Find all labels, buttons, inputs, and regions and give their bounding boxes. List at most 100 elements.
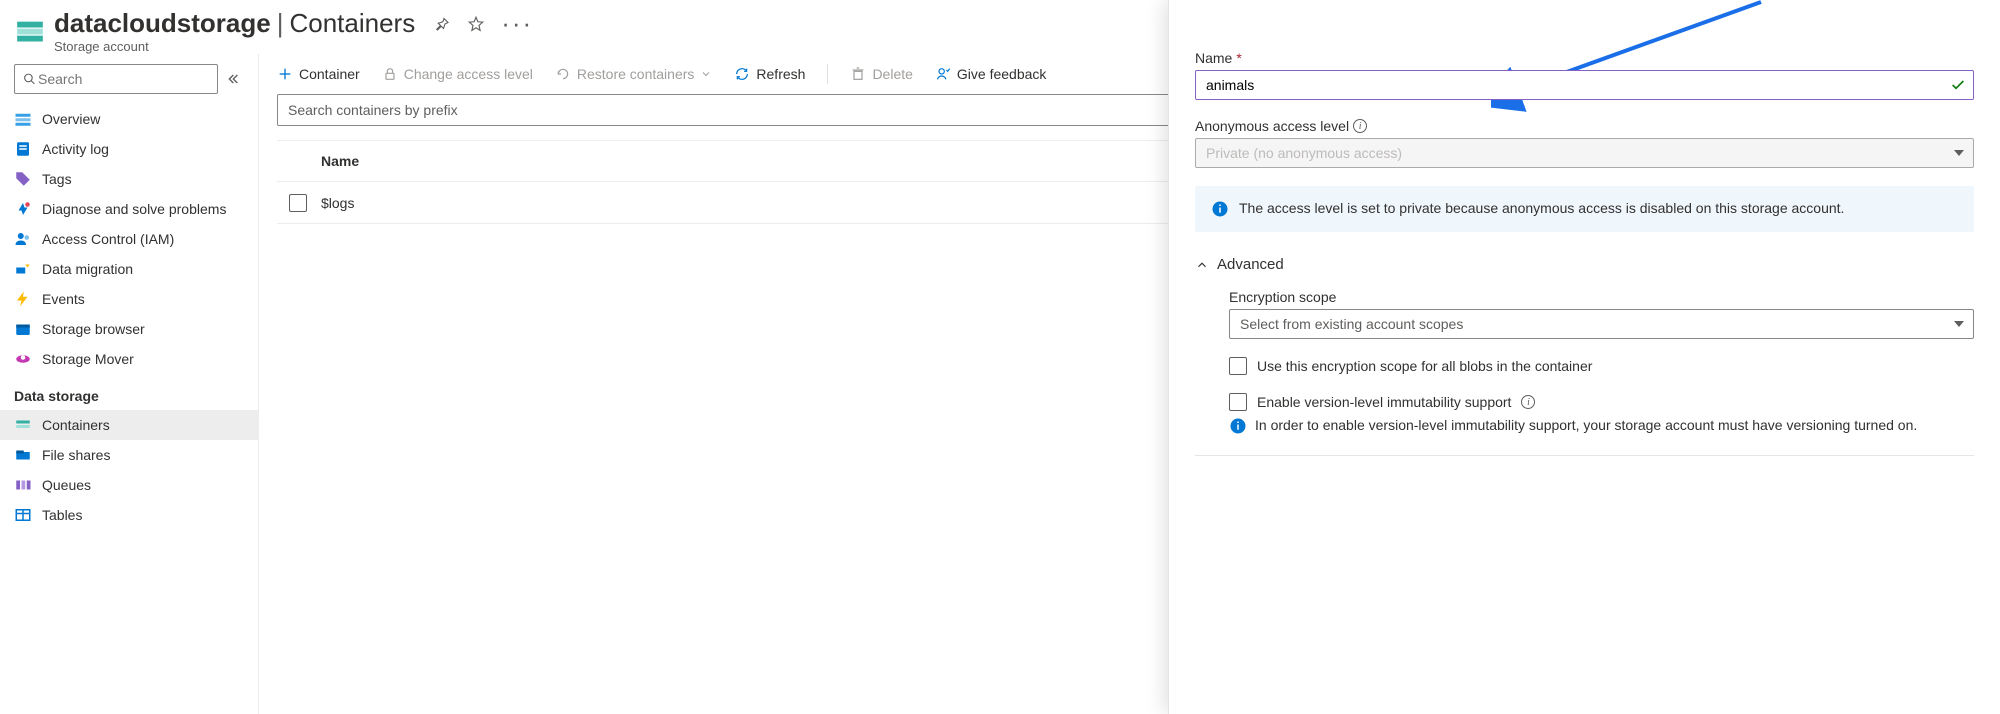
sidebar: Overview Activity log Tags Diagnose and …: [0, 54, 258, 714]
change-access-button[interactable]: Change access level: [382, 66, 533, 82]
advanced-toggle[interactable]: Advanced: [1195, 256, 1974, 273]
access-info-text: The access level is set to private becau…: [1239, 200, 1844, 218]
panel-divider: [1195, 455, 1974, 456]
container-name-input[interactable]: [1195, 70, 1974, 100]
access-level-select[interactable]: Private (no anonymous access): [1195, 138, 1974, 168]
immutability-row[interactable]: Enable version-level immutability suppor…: [1229, 393, 1974, 411]
queues-icon: [14, 476, 32, 494]
nav-label: Events: [42, 291, 85, 307]
feedback-button[interactable]: Give feedback: [935, 66, 1047, 82]
info-icon: [1229, 417, 1247, 435]
immutability-note: In order to enable version-level immutab…: [1229, 417, 1974, 435]
collapse-sidebar-icon[interactable]: [228, 71, 244, 87]
sidebar-item-containers[interactable]: Containers: [0, 410, 258, 440]
restore-containers-button[interactable]: Restore containers: [555, 66, 713, 82]
btn-label: Change access level: [404, 66, 533, 82]
btn-label: Restore containers: [577, 66, 695, 82]
nav-label: File shares: [42, 447, 110, 463]
restore-icon: [555, 66, 571, 82]
nav-label: Tags: [42, 171, 72, 187]
star-icon[interactable]: [467, 15, 485, 33]
sidebar-item-storage-mover[interactable]: Storage Mover: [0, 344, 258, 374]
section-title: Containers: [289, 8, 415, 39]
checkbox[interactable]: [1229, 357, 1247, 375]
subtitle: Storage account: [54, 39, 533, 54]
btn-label: Give feedback: [957, 66, 1047, 82]
encryption-scope-select[interactable]: Select from existing account scopes: [1229, 309, 1974, 339]
chevron-down-icon: [700, 68, 712, 80]
nav-label: Diagnose and solve problems: [42, 201, 226, 217]
info-icon[interactable]: i: [1353, 119, 1367, 133]
sidebar-search[interactable]: [14, 64, 218, 94]
log-icon: [14, 140, 32, 158]
sidebar-item-events[interactable]: Events: [0, 284, 258, 314]
sidebar-item-diagnose[interactable]: Diagnose and solve problems: [0, 194, 258, 224]
overview-icon: [14, 110, 32, 128]
advanced-label: Advanced: [1217, 256, 1284, 273]
nav-label: Overview: [42, 111, 100, 127]
sidebar-item-storage-browser[interactable]: Storage browser: [0, 314, 258, 344]
mover-icon: [14, 350, 32, 368]
btn-label: Container: [299, 66, 360, 82]
events-icon: [14, 290, 32, 308]
search-icon: [23, 72, 36, 86]
checkbox-label: Use this encryption scope for all blobs …: [1257, 358, 1592, 374]
encryption-scope-all-blobs-row[interactable]: Use this encryption scope for all blobs …: [1229, 357, 1974, 375]
migration-icon: [14, 260, 32, 278]
access-level-label: Anonymous access level i: [1195, 118, 1974, 134]
nav-label: Containers: [42, 417, 110, 433]
pin-icon[interactable]: [433, 15, 451, 33]
checkbox[interactable]: [1229, 393, 1247, 411]
nav-label: Access Control (IAM): [42, 231, 174, 247]
new-container-panel: Name * Anonymous access level i Private …: [1168, 0, 2000, 714]
lock-icon: [382, 66, 398, 82]
sidebar-group-data-storage: Data storage: [0, 374, 258, 410]
sidebar-item-iam[interactable]: Access Control (IAM): [0, 224, 258, 254]
name-label: Name *: [1195, 50, 1974, 66]
tags-icon: [14, 170, 32, 188]
nav-label: Data migration: [42, 261, 133, 277]
sidebar-search-input[interactable]: [36, 70, 209, 88]
nav-label: Queues: [42, 477, 91, 493]
add-container-button[interactable]: Container: [277, 66, 360, 82]
row-checkbox[interactable]: [289, 194, 307, 212]
sidebar-item-tables[interactable]: Tables: [0, 500, 258, 530]
checkbox-label: Enable version-level immutability suppor…: [1257, 394, 1511, 410]
refresh-button[interactable]: Refresh: [734, 66, 805, 82]
sidebar-item-data-migration[interactable]: Data migration: [0, 254, 258, 284]
access-info-box: The access level is set to private becau…: [1195, 186, 1974, 232]
nav-label: Storage browser: [42, 321, 145, 337]
storage-account-icon: [16, 17, 44, 45]
info-icon[interactable]: i: [1521, 395, 1535, 409]
chevron-up-icon: [1195, 258, 1209, 272]
sidebar-item-overview[interactable]: Overview: [0, 104, 258, 134]
sidebar-item-file-shares[interactable]: File shares: [0, 440, 258, 470]
nav-label: Activity log: [42, 141, 109, 157]
plus-icon: [277, 66, 293, 82]
note-text: In order to enable version-level immutab…: [1255, 417, 1917, 435]
sidebar-item-queues[interactable]: Queues: [0, 470, 258, 500]
trash-icon: [850, 66, 866, 82]
account-name: datacloudstorage: [54, 8, 271, 39]
info-icon: [1211, 200, 1229, 218]
refresh-icon: [734, 66, 750, 82]
btn-label: Refresh: [756, 66, 805, 82]
browser-icon: [14, 320, 32, 338]
feedback-icon: [935, 66, 951, 82]
nav-label: Storage Mover: [42, 351, 134, 367]
tables-icon: [14, 506, 32, 524]
sidebar-item-activity-log[interactable]: Activity log: [0, 134, 258, 164]
toolbar-divider: [827, 64, 828, 84]
title-separator: |: [277, 8, 284, 39]
sidebar-item-tags[interactable]: Tags: [0, 164, 258, 194]
encryption-scope-label: Encryption scope: [1229, 289, 1974, 305]
check-icon: [1950, 77, 1966, 93]
nav-label: Tables: [42, 507, 82, 523]
fileshares-icon: [14, 446, 32, 464]
btn-label: Delete: [872, 66, 912, 82]
more-icon[interactable]: ···: [501, 8, 533, 39]
iam-icon: [14, 230, 32, 248]
delete-button[interactable]: Delete: [850, 66, 912, 82]
diagnose-icon: [14, 200, 32, 218]
containers-icon: [14, 416, 32, 434]
